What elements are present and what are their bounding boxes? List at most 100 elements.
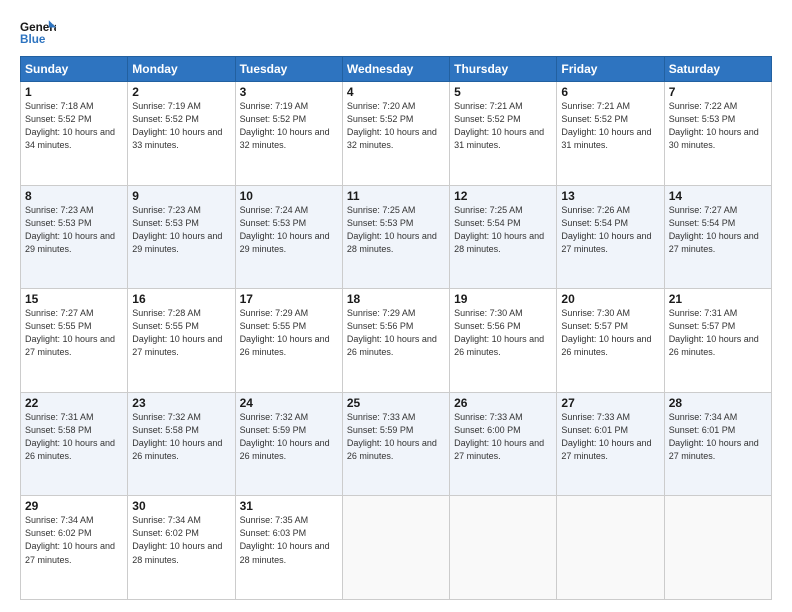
day-info: Sunrise: 7:32 AMSunset: 5:58 PMDaylight:… — [132, 412, 222, 461]
day-info: Sunrise: 7:19 AMSunset: 5:52 PMDaylight:… — [240, 101, 330, 150]
day-number: 6 — [561, 85, 659, 99]
day-number: 8 — [25, 189, 123, 203]
day-number: 2 — [132, 85, 230, 99]
col-monday: Monday — [128, 57, 235, 82]
day-number: 4 — [347, 85, 445, 99]
day-info: Sunrise: 7:27 AMSunset: 5:54 PMDaylight:… — [669, 205, 759, 254]
calendar-row-2: 8 Sunrise: 7:23 AMSunset: 5:53 PMDayligh… — [21, 185, 772, 289]
day-info: Sunrise: 7:18 AMSunset: 5:52 PMDaylight:… — [25, 101, 115, 150]
day-info: Sunrise: 7:33 AMSunset: 5:59 PMDaylight:… — [347, 412, 437, 461]
col-wednesday: Wednesday — [342, 57, 449, 82]
day-info: Sunrise: 7:29 AMSunset: 5:56 PMDaylight:… — [347, 308, 437, 357]
calendar-cell: 11 Sunrise: 7:25 AMSunset: 5:53 PMDaylig… — [342, 185, 449, 289]
day-info: Sunrise: 7:33 AMSunset: 6:01 PMDaylight:… — [561, 412, 651, 461]
calendar-cell: 24 Sunrise: 7:32 AMSunset: 5:59 PMDaylig… — [235, 392, 342, 496]
calendar-table: Sunday Monday Tuesday Wednesday Thursday… — [20, 56, 772, 600]
day-number: 5 — [454, 85, 552, 99]
day-info: Sunrise: 7:25 AMSunset: 5:53 PMDaylight:… — [347, 205, 437, 254]
day-number: 26 — [454, 396, 552, 410]
calendar-cell: 15 Sunrise: 7:27 AMSunset: 5:55 PMDaylig… — [21, 289, 128, 393]
calendar-cell: 12 Sunrise: 7:25 AMSunset: 5:54 PMDaylig… — [450, 185, 557, 289]
day-number: 7 — [669, 85, 767, 99]
calendar-cell — [450, 496, 557, 600]
day-info: Sunrise: 7:19 AMSunset: 5:52 PMDaylight:… — [132, 101, 222, 150]
calendar-cell: 5 Sunrise: 7:21 AMSunset: 5:52 PMDayligh… — [450, 82, 557, 186]
calendar-row-1: 1 Sunrise: 7:18 AMSunset: 5:52 PMDayligh… — [21, 82, 772, 186]
calendar-cell: 13 Sunrise: 7:26 AMSunset: 5:54 PMDaylig… — [557, 185, 664, 289]
day-number: 15 — [25, 292, 123, 306]
day-number: 24 — [240, 396, 338, 410]
day-info: Sunrise: 7:34 AMSunset: 6:02 PMDaylight:… — [132, 515, 222, 564]
day-number: 9 — [132, 189, 230, 203]
calendar-cell: 31 Sunrise: 7:35 AMSunset: 6:03 PMDaylig… — [235, 496, 342, 600]
day-number: 3 — [240, 85, 338, 99]
day-info: Sunrise: 7:34 AMSunset: 6:01 PMDaylight:… — [669, 412, 759, 461]
day-number: 11 — [347, 189, 445, 203]
day-info: Sunrise: 7:31 AMSunset: 5:58 PMDaylight:… — [25, 412, 115, 461]
day-number: 16 — [132, 292, 230, 306]
calendar-cell: 1 Sunrise: 7:18 AMSunset: 5:52 PMDayligh… — [21, 82, 128, 186]
day-info: Sunrise: 7:33 AMSunset: 6:00 PMDaylight:… — [454, 412, 544, 461]
calendar-cell: 6 Sunrise: 7:21 AMSunset: 5:52 PMDayligh… — [557, 82, 664, 186]
day-info: Sunrise: 7:26 AMSunset: 5:54 PMDaylight:… — [561, 205, 651, 254]
calendar-cell: 21 Sunrise: 7:31 AMSunset: 5:57 PMDaylig… — [664, 289, 771, 393]
logo: General Blue — [20, 18, 56, 46]
calendar-cell: 18 Sunrise: 7:29 AMSunset: 5:56 PMDaylig… — [342, 289, 449, 393]
calendar-cell: 10 Sunrise: 7:24 AMSunset: 5:53 PMDaylig… — [235, 185, 342, 289]
day-info: Sunrise: 7:30 AMSunset: 5:56 PMDaylight:… — [454, 308, 544, 357]
calendar-cell: 29 Sunrise: 7:34 AMSunset: 6:02 PMDaylig… — [21, 496, 128, 600]
calendar-cell: 4 Sunrise: 7:20 AMSunset: 5:52 PMDayligh… — [342, 82, 449, 186]
calendar-cell — [342, 496, 449, 600]
day-info: Sunrise: 7:21 AMSunset: 5:52 PMDaylight:… — [454, 101, 544, 150]
day-number: 1 — [25, 85, 123, 99]
day-number: 19 — [454, 292, 552, 306]
calendar-cell: 22 Sunrise: 7:31 AMSunset: 5:58 PMDaylig… — [21, 392, 128, 496]
calendar-cell: 7 Sunrise: 7:22 AMSunset: 5:53 PMDayligh… — [664, 82, 771, 186]
calendar-cell: 9 Sunrise: 7:23 AMSunset: 5:53 PMDayligh… — [128, 185, 235, 289]
calendar-cell: 17 Sunrise: 7:29 AMSunset: 5:55 PMDaylig… — [235, 289, 342, 393]
day-number: 12 — [454, 189, 552, 203]
day-number: 17 — [240, 292, 338, 306]
svg-text:Blue: Blue — [20, 33, 46, 46]
day-number: 31 — [240, 499, 338, 513]
day-number: 13 — [561, 189, 659, 203]
day-info: Sunrise: 7:23 AMSunset: 5:53 PMDaylight:… — [132, 205, 222, 254]
calendar-cell — [664, 496, 771, 600]
calendar-cell: 28 Sunrise: 7:34 AMSunset: 6:01 PMDaylig… — [664, 392, 771, 496]
calendar-row-4: 22 Sunrise: 7:31 AMSunset: 5:58 PMDaylig… — [21, 392, 772, 496]
day-info: Sunrise: 7:34 AMSunset: 6:02 PMDaylight:… — [25, 515, 115, 564]
calendar-cell — [557, 496, 664, 600]
day-number: 29 — [25, 499, 123, 513]
calendar-cell: 8 Sunrise: 7:23 AMSunset: 5:53 PMDayligh… — [21, 185, 128, 289]
day-number: 30 — [132, 499, 230, 513]
day-info: Sunrise: 7:29 AMSunset: 5:55 PMDaylight:… — [240, 308, 330, 357]
col-sunday: Sunday — [21, 57, 128, 82]
day-info: Sunrise: 7:21 AMSunset: 5:52 PMDaylight:… — [561, 101, 651, 150]
calendar-cell: 20 Sunrise: 7:30 AMSunset: 5:57 PMDaylig… — [557, 289, 664, 393]
logo-icon: General Blue — [20, 18, 56, 46]
day-number: 10 — [240, 189, 338, 203]
day-info: Sunrise: 7:27 AMSunset: 5:55 PMDaylight:… — [25, 308, 115, 357]
day-info: Sunrise: 7:23 AMSunset: 5:53 PMDaylight:… — [25, 205, 115, 254]
day-number: 20 — [561, 292, 659, 306]
col-tuesday: Tuesday — [235, 57, 342, 82]
calendar-cell: 19 Sunrise: 7:30 AMSunset: 5:56 PMDaylig… — [450, 289, 557, 393]
header-row: Sunday Monday Tuesday Wednesday Thursday… — [21, 57, 772, 82]
day-info: Sunrise: 7:30 AMSunset: 5:57 PMDaylight:… — [561, 308, 651, 357]
calendar-cell: 30 Sunrise: 7:34 AMSunset: 6:02 PMDaylig… — [128, 496, 235, 600]
day-info: Sunrise: 7:25 AMSunset: 5:54 PMDaylight:… — [454, 205, 544, 254]
day-info: Sunrise: 7:32 AMSunset: 5:59 PMDaylight:… — [240, 412, 330, 461]
col-thursday: Thursday — [450, 57, 557, 82]
header: General Blue — [20, 18, 772, 46]
calendar-row-5: 29 Sunrise: 7:34 AMSunset: 6:02 PMDaylig… — [21, 496, 772, 600]
day-info: Sunrise: 7:35 AMSunset: 6:03 PMDaylight:… — [240, 515, 330, 564]
calendar-cell: 2 Sunrise: 7:19 AMSunset: 5:52 PMDayligh… — [128, 82, 235, 186]
day-info: Sunrise: 7:28 AMSunset: 5:55 PMDaylight:… — [132, 308, 222, 357]
col-friday: Friday — [557, 57, 664, 82]
page: General Blue Sunday Monday Tuesday Wedne… — [0, 0, 792, 612]
calendar-cell: 26 Sunrise: 7:33 AMSunset: 6:00 PMDaylig… — [450, 392, 557, 496]
day-info: Sunrise: 7:24 AMSunset: 5:53 PMDaylight:… — [240, 205, 330, 254]
calendar-cell: 25 Sunrise: 7:33 AMSunset: 5:59 PMDaylig… — [342, 392, 449, 496]
day-number: 25 — [347, 396, 445, 410]
calendar-cell: 3 Sunrise: 7:19 AMSunset: 5:52 PMDayligh… — [235, 82, 342, 186]
